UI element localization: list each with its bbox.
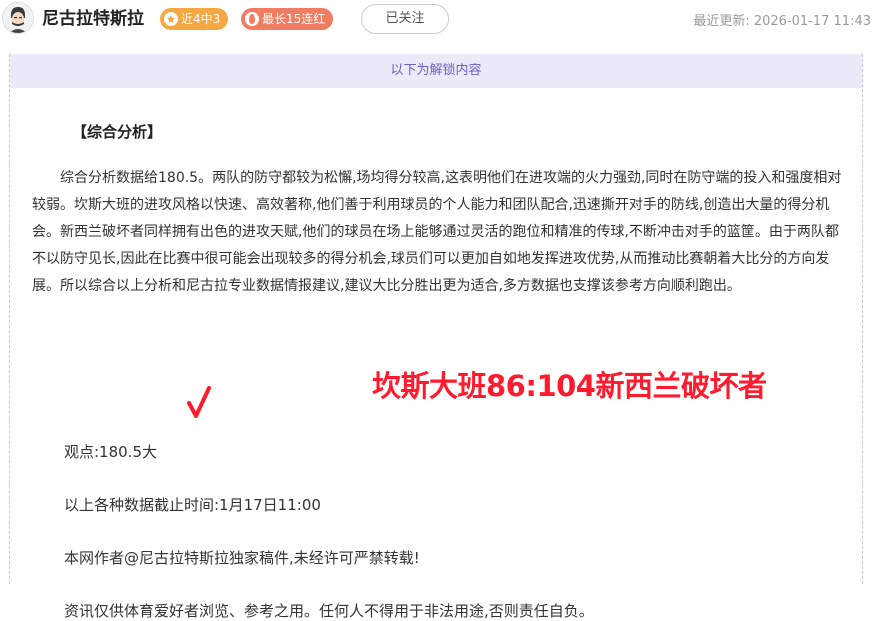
hit-rate-label: 近4中3 bbox=[181, 12, 221, 26]
author-name[interactable]: 尼古拉特斯拉 bbox=[42, 7, 144, 31]
last-update: 最近更新: 2026-01-17 11:43 bbox=[693, 10, 871, 29]
copyright-line: 本网作者@尼古拉特斯拉独家稿件,未经许可严禁转载! bbox=[64, 549, 420, 567]
hit-rate-badge: 近4中3 bbox=[160, 8, 229, 30]
follow-button[interactable]: 已关注 bbox=[361, 4, 449, 34]
analysis-paragraph: 综合分析数据给180.5。两队的防守都较为松懈,场均得分较高,这表明他们在进攻端… bbox=[32, 170, 842, 294]
unlocked-content: 以下为解锁内容 【综合分析】 综合分析数据给180.5。两队的防守都较为松懈,场… bbox=[9, 54, 863, 620]
author-header: 尼古拉特斯拉 近4中3 最长15连红 已关注 最近更新: 2026-01-17 … bbox=[0, 0, 876, 44]
author-avatar[interactable] bbox=[2, 2, 34, 34]
last-update-value: 2026-01-17 11:43 bbox=[753, 14, 871, 29]
final-score-overlay: 坎斯大班86:104新西兰破坏者 bbox=[372, 369, 767, 403]
flame-icon bbox=[245, 12, 259, 26]
star-icon bbox=[164, 12, 178, 26]
check-mark-icon bbox=[187, 386, 211, 418]
win-streak-badge: 最长15连红 bbox=[241, 8, 334, 30]
section-title: 【综合分析】 bbox=[72, 123, 163, 141]
last-update-label: 最近更新: bbox=[693, 14, 750, 29]
unlock-banner: 以下为解锁内容 bbox=[10, 54, 862, 88]
win-streak-label: 最长15连红 bbox=[262, 12, 326, 26]
viewpoint-line: 观点:180.5大 bbox=[64, 443, 157, 461]
data-time-line: 以上各种数据截止时间:1月17日11:00 bbox=[64, 496, 321, 514]
disclaimer-line: 资讯仅供体育爱好者浏览、参考之用。任何人不得用于非法用途,否则责任自负。 bbox=[64, 602, 594, 620]
